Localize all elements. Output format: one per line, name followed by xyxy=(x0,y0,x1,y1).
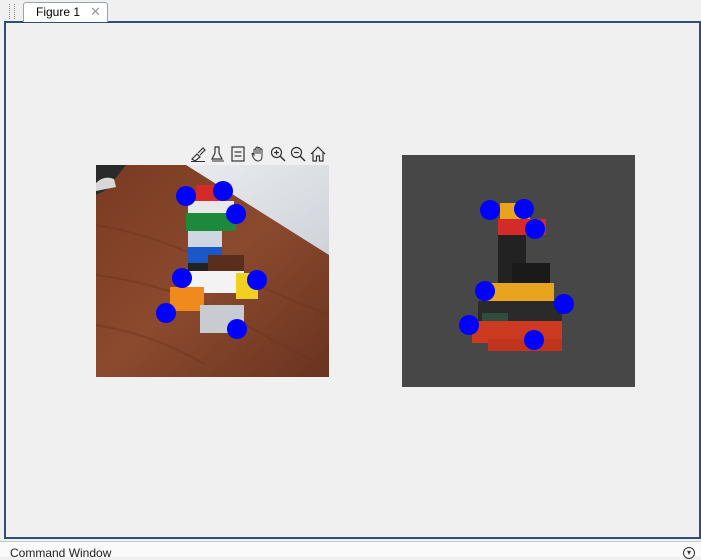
command-window-title: Command Window xyxy=(10,546,112,560)
legend-icon[interactable] xyxy=(229,145,247,163)
pan-icon[interactable] xyxy=(249,145,267,163)
data-tips-icon[interactable] xyxy=(209,145,227,163)
figure-tabstrip: Figure 1 ✕ xyxy=(0,0,701,22)
axes-toolbar xyxy=(189,145,329,163)
zoom-out-icon[interactable] xyxy=(289,145,307,163)
tab-label: Figure 1 xyxy=(36,5,81,19)
lego-render-with-keypoints[interactable] xyxy=(402,155,635,387)
drag-grip-icon[interactable] xyxy=(9,4,15,19)
brush-icon[interactable] xyxy=(189,145,207,163)
tab-figure-1[interactable]: Figure 1 ✕ xyxy=(23,2,108,22)
zoom-in-icon[interactable] xyxy=(269,145,287,163)
command-window-bar[interactable]: Command Window ▾ xyxy=(0,541,701,560)
home-icon[interactable] xyxy=(309,145,327,163)
lego-photo-with-keypoints[interactable] xyxy=(96,165,329,377)
chevron-down-icon[interactable]: ▾ xyxy=(683,547,695,559)
close-icon[interactable]: ✕ xyxy=(90,4,101,20)
